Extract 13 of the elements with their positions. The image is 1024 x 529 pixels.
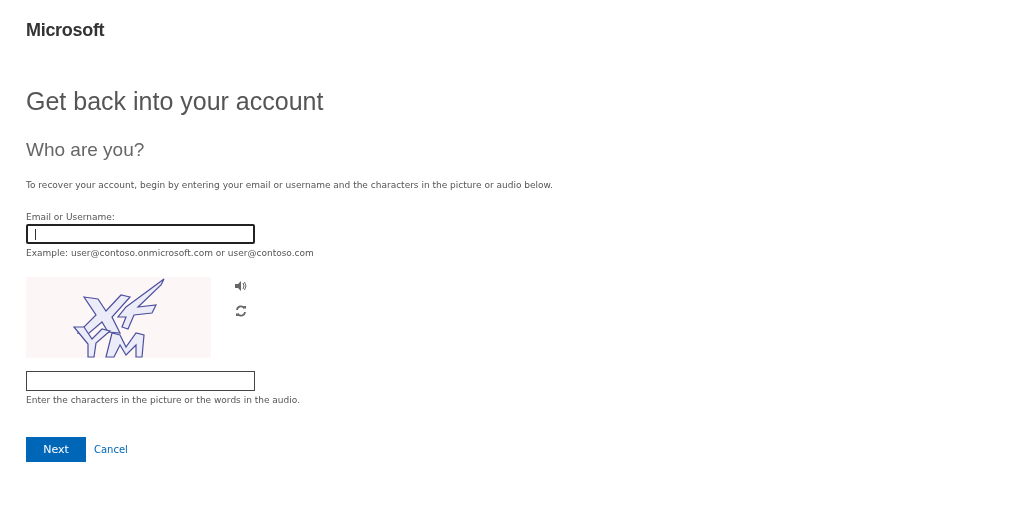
- captcha-field[interactable]: [26, 371, 255, 391]
- refresh-icon[interactable]: [235, 305, 247, 317]
- page-title: Get back into your account: [26, 87, 324, 116]
- logo: Microsoft: [26, 20, 105, 41]
- subtitle: Who are you?: [26, 139, 145, 161]
- speaker-icon[interactable]: [235, 280, 247, 292]
- email-field[interactable]: [26, 224, 255, 244]
- cancel-link[interactable]: Cancel: [94, 444, 128, 455]
- next-button[interactable]: Next: [26, 437, 86, 462]
- instructions: To recover your account, begin by entering your email or username and the characters in the picture or audio below.: [26, 180, 553, 190]
- example-text: Example: user@contoso.onmicrosoft.com or user@contoso.com: [26, 248, 314, 258]
- captcha-hint: Enter the characters in the picture or the words in the audio.: [26, 395, 300, 405]
- field-label: Email or Username:: [26, 212, 115, 222]
